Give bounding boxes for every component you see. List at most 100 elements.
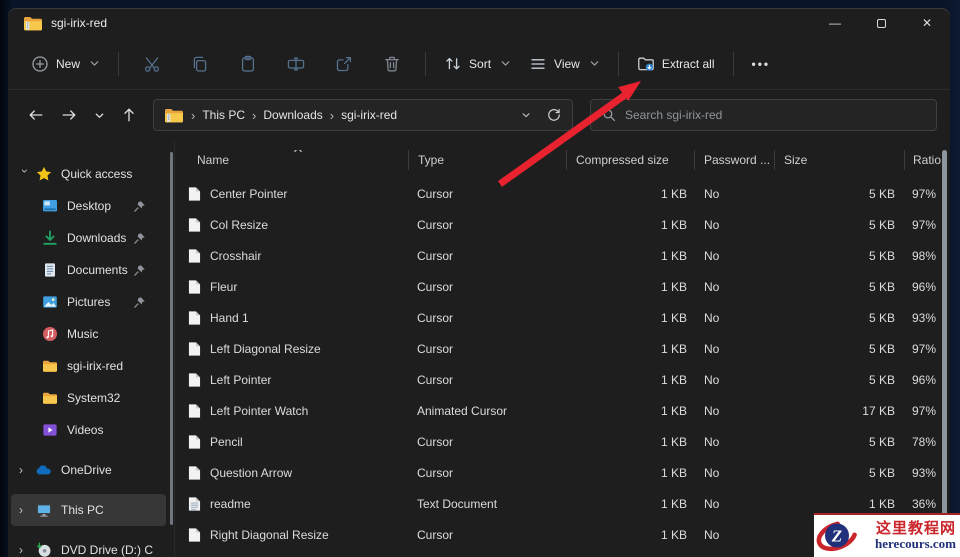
sidebar-item-label: Downloads: [67, 231, 127, 245]
copy-button[interactable]: [176, 48, 224, 80]
sidebar-item-documents[interactable]: Documents: [11, 254, 166, 286]
cut-button[interactable]: [128, 48, 176, 80]
file-icon: [188, 403, 201, 419]
see-more-button[interactable]: •••: [743, 50, 780, 78]
music-icon: [42, 326, 58, 342]
back-button[interactable]: [21, 100, 51, 130]
pin-icon: [133, 296, 146, 309]
sort-arrows-icon: [444, 55, 462, 73]
table-row-left-pointer[interactable]: Left Pointer Cursor 1 KB No 5 KB 96%: [175, 364, 950, 395]
column-header-password[interactable]: Password ...: [694, 150, 774, 170]
zip-folder-icon: [23, 16, 43, 31]
extract-all-button[interactable]: Extract all: [628, 48, 724, 80]
file-compressed-size: 1 KB: [660, 279, 687, 294]
file-password: No: [704, 465, 720, 480]
refresh-icon[interactable]: [542, 100, 566, 130]
file-list-scrollbar[interactable]: [942, 150, 947, 557]
column-header-label: Password ...: [704, 153, 771, 167]
toolbar-separator: [732, 51, 734, 76]
forward-button[interactable]: [54, 100, 84, 130]
documents-icon: [42, 262, 58, 278]
view-button[interactable]: View: [520, 48, 609, 80]
search-box[interactable]: [590, 99, 937, 131]
file-name-cell: Center Pointer: [175, 186, 408, 202]
address-dropdown-chevron[interactable]: [514, 100, 538, 130]
recent-locations-chevron[interactable]: [87, 100, 111, 130]
cut-icon: [143, 55, 161, 73]
file-name: readme: [210, 496, 251, 511]
table-row-question-arrow[interactable]: Question Arrow Cursor 1 KB No 5 KB 93%: [175, 457, 950, 488]
breadcrumb-separator: ›: [329, 107, 335, 123]
table-row-pencil[interactable]: Pencil Cursor 1 KB No 5 KB 78%: [175, 426, 950, 457]
file-icon: [188, 527, 201, 543]
sidebar-item-quick-access[interactable]: › Quick access: [11, 158, 166, 190]
sidebar-item-pictures[interactable]: Pictures: [11, 286, 166, 318]
rename-button[interactable]: [272, 48, 320, 80]
sidebar-item-downloads[interactable]: Downloads: [11, 222, 166, 254]
address-bar[interactable]: › This PC › Downloads › sgi-irix-red: [153, 99, 573, 131]
breadcrumb-segment-downloads[interactable]: Downloads: [263, 108, 322, 122]
pictures-icon: [42, 294, 58, 310]
table-row-col-resize[interactable]: Col Resize Cursor 1 KB No 5 KB 97%: [175, 209, 950, 240]
file-type: Text Document: [417, 496, 498, 511]
file-icon: [188, 279, 201, 295]
column-header-type[interactable]: Type: [408, 150, 566, 170]
table-row-hand-1[interactable]: Hand 1 Cursor 1 KB No 5 KB 93%: [175, 302, 950, 333]
column-header-size[interactable]: Size: [774, 150, 904, 170]
column-header-name[interactable]: Name: [175, 150, 408, 170]
view-button-label: View: [554, 56, 580, 71]
toolbar-separator: [118, 51, 120, 76]
search-input[interactable]: [625, 108, 925, 122]
chevron-down-icon: [589, 58, 600, 69]
file-password: No: [704, 434, 720, 449]
sidebar-item-music[interactable]: Music: [11, 318, 166, 350]
breadcrumb-segment-sgi-irix-red[interactable]: sgi-irix-red: [341, 108, 397, 122]
watermark-cn-text: 这里教程网: [875, 519, 956, 537]
share-button[interactable]: [320, 48, 368, 80]
paste-button[interactable]: [224, 48, 272, 80]
ellipsis-icon: •••: [751, 56, 771, 71]
sidebar-item-videos[interactable]: Videos: [11, 414, 166, 446]
sidebar-scrollbar[interactable]: [170, 152, 173, 525]
file-name-cell: Right Diagonal Resize: [175, 527, 408, 543]
search-icon: [603, 109, 616, 122]
pin-icon: [133, 232, 146, 245]
chevron-right-icon[interactable]: ›: [19, 503, 36, 517]
delete-button[interactable]: [368, 48, 416, 80]
sidebar-item-label: Music: [67, 327, 99, 341]
column-header-row: Name Type Compressed size Password ... Size R…: [175, 147, 950, 173]
minimize-button[interactable]: —: [812, 8, 858, 38]
breadcrumb-segment-this-pc[interactable]: This PC: [202, 108, 245, 122]
table-row-crosshair[interactable]: Crosshair Cursor 1 KB No 5 KB 98%: [175, 240, 950, 271]
sidebar-item-dvd-drive-d-c[interactable]: › DVD Drive (D:) C: [11, 534, 166, 557]
up-button[interactable]: [114, 100, 144, 130]
sidebar-item-sgi-irix-red[interactable]: sgi-irix-red: [11, 350, 166, 382]
file-compressed-size: 1 KB: [660, 527, 687, 542]
chevron-right-icon[interactable]: ›: [19, 463, 36, 477]
table-row-center-pointer[interactable]: Center Pointer Cursor 1 KB No 5 KB 97%: [175, 178, 950, 209]
sidebar-item-onedrive[interactable]: › OneDrive: [11, 454, 166, 486]
column-header-compressed-size[interactable]: Compressed size: [566, 150, 694, 170]
sidebar-item-label: sgi-irix-red: [67, 359, 124, 373]
navigation-bar: › This PC › Downloads › sgi-irix-red: [8, 90, 950, 140]
table-row-left-diagonal-resize[interactable]: Left Diagonal Resize Cursor 1 KB No 5 KB 97%: [175, 333, 950, 364]
chevron-down-icon[interactable]: ›: [18, 169, 32, 181]
sort-button[interactable]: Sort: [435, 48, 520, 80]
new-button[interactable]: New: [22, 48, 109, 80]
table-row-fleur[interactable]: Fleur Cursor 1 KB No 5 KB 96%: [175, 271, 950, 302]
sidebar-item-this-pc[interactable]: › This PC: [11, 494, 166, 526]
chevron-right-icon[interactable]: ›: [19, 543, 36, 557]
sidebar-item-system32[interactable]: System32: [11, 382, 166, 414]
maximize-button[interactable]: [858, 8, 904, 38]
file-name: Left Diagonal Resize: [210, 341, 321, 356]
sidebar-item-desktop[interactable]: Desktop: [11, 190, 166, 222]
close-button[interactable]: ✕: [904, 8, 950, 38]
table-row-left-pointer-watch[interactable]: Left Pointer Watch Animated Cursor 1 KB No 1…: [175, 395, 950, 426]
share-icon: [335, 55, 353, 73]
navigation-pane: › Quick access Desktop Downloads Documents Pi…: [8, 140, 174, 557]
file-type: Cursor: [417, 186, 454, 201]
sort-button-label: Sort: [469, 56, 492, 71]
copy-icon: [191, 55, 209, 73]
file-password: No: [704, 341, 720, 356]
file-icon: [188, 372, 201, 388]
